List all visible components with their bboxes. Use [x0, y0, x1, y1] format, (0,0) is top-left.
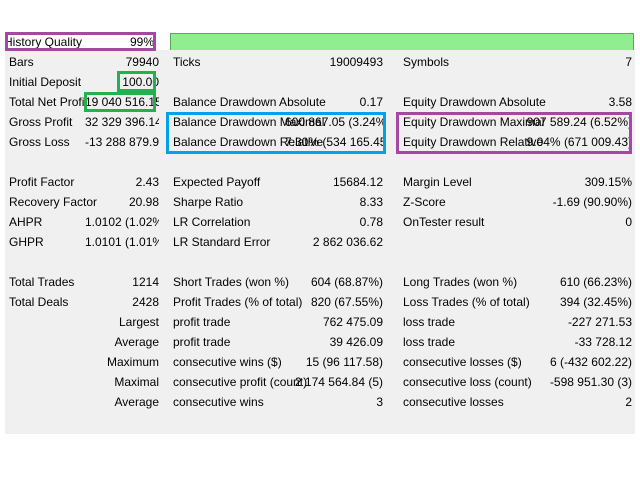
history-quality-label: History Quality [4, 35, 83, 49]
col2-value: 3 [376, 395, 383, 409]
col3-value: 309.15% [584, 175, 632, 189]
table-row: Recovery Factor 20.98 Sharpe Ratio 8.33 Z-Sc… [5, 192, 635, 212]
history-quality-bar [170, 33, 634, 51]
col1-value: 19 040 516.15 [85, 95, 159, 109]
col1-label: Initial Deposit [9, 75, 82, 89]
col3-value [505, 152, 632, 172]
col1-value: 79940 [125, 55, 159, 69]
col2-value: 15684.12 [332, 175, 383, 189]
col1-label: Total Deals [9, 295, 69, 309]
table-row: Bars 79940 Ticks 19009493 Symbols 7 [5, 52, 635, 72]
col1-value: 1.0101 (1.01%) [85, 235, 159, 249]
row-sublabel: Largest [118, 315, 159, 329]
col1-label [9, 152, 109, 172]
col3-value: 7 [625, 55, 632, 69]
col3-value: 6 (-432 602.22) [549, 355, 632, 369]
col1-value: -13 288 879.99 [85, 135, 159, 149]
col3-value [505, 72, 632, 92]
table-row: Total Net Profit 19 040 516.15 Balance Dra… [5, 92, 635, 112]
col2-value: 0.78 [359, 215, 383, 229]
row-sublabel: Maximum [106, 355, 159, 369]
table-row: Gross Loss -13 288 879.99 Balance Drawdown… [5, 132, 635, 152]
col3-value: -227 271.53 [567, 315, 632, 329]
col1-value [109, 152, 159, 172]
col3-value: -1.69 (90.90%) [552, 195, 632, 209]
table-row: Total Trades 1214 Short Trades (won %) 604 … [5, 272, 635, 292]
col1-label: Recovery Factor [9, 195, 98, 209]
col2-value: 39 426.09 [329, 335, 383, 349]
col1-label: Total Trades [9, 275, 75, 289]
col2-value: 7.30% (534 165.45) [285, 135, 383, 149]
col3-value: 907 589.24 (6.52%) [526, 115, 632, 129]
col3-value: 0 [625, 215, 632, 229]
col2-value [285, 152, 383, 172]
col1-value: 2.43 [135, 175, 159, 189]
table-row: Largest profit trade 762 475.09 loss trade -… [5, 312, 635, 332]
col3-value: 9.04% (671 009.43) [526, 135, 632, 149]
col3-value: 3.58 [608, 95, 632, 109]
col2-value: 15 (96 117.58) [305, 355, 383, 369]
col3-value: 2 [625, 395, 632, 409]
col2-value [285, 252, 383, 272]
col1-label: Profit Factor [9, 175, 75, 189]
table-row: Average profit trade 39 426.09 loss trade -3… [5, 332, 635, 352]
col2-value: 820 (67.55%) [310, 295, 383, 309]
table-row: AHPR 1.0102 (1.02%) LR Correlation 0.78 OnTe… [5, 212, 635, 232]
table-row: GHPR 1.0101 (1.01%) LR Standard Error 2 862… [5, 232, 635, 252]
col1-value: 1.0102 (1.02%) [85, 215, 159, 229]
table-row: Average consecutive wins 3 consecutive loss… [5, 392, 635, 412]
col2-value: 762 475.09 [322, 315, 383, 329]
col3-value: -33 728.12 [574, 335, 632, 349]
table-row: Initial Deposit 100.00 [5, 72, 635, 92]
col1-value: 2428 [132, 295, 159, 309]
table-row: Profit Factor 2.43 Expected Payoff 15684.12… [5, 172, 635, 192]
col1-value: 32 329 396.14 [85, 115, 159, 129]
col2-value: 604 (68.87%) [310, 275, 383, 289]
col2-value: 0.17 [359, 95, 383, 109]
backtest-report-table: Bars 79940 Ticks 19009493 Symbols 7 Initial De… [5, 50, 635, 434]
col3-value: 610 (66.23%) [559, 275, 632, 289]
col1-value: 1214 [132, 275, 159, 289]
col2-value: 2 174 564.84 (5) [294, 375, 383, 389]
col3-value [505, 252, 632, 272]
col1-value: 20.98 [128, 195, 159, 209]
col1-label [9, 252, 109, 272]
col1-label: Bars [9, 55, 34, 69]
col3-value: 394 (32.45%) [559, 295, 632, 309]
col3-value: -598 951.30 (3) [549, 375, 632, 389]
table-row: Total Deals 2428 Profit Trades (% of total… [5, 292, 635, 312]
table-row: Maximal consecutive profit (count) 2 174 5… [5, 372, 635, 392]
history-quality-value: 99% [129, 35, 154, 49]
table-row [5, 152, 635, 172]
col1-value: 100.00 [122, 75, 159, 89]
table-row: Gross Profit 32 329 396.14 Balance Drawdow… [5, 112, 635, 132]
col2-value [285, 72, 383, 92]
table-row: Maximum consecutive wins ($) 15 (96 117.58… [5, 352, 635, 372]
table-row [5, 252, 635, 272]
col2-value: 8.33 [359, 195, 383, 209]
row-sublabel: Maximal [114, 375, 159, 389]
col1-value [109, 252, 159, 272]
col2-value: 19009493 [329, 55, 383, 69]
row-sublabel: Average [114, 395, 159, 409]
col2-value: 2 862 036.62 [312, 235, 383, 249]
col2-value: 600 867.05 (3.24%) [285, 115, 383, 129]
row-sublabel: Average [114, 335, 159, 349]
col3-value [505, 232, 632, 252]
